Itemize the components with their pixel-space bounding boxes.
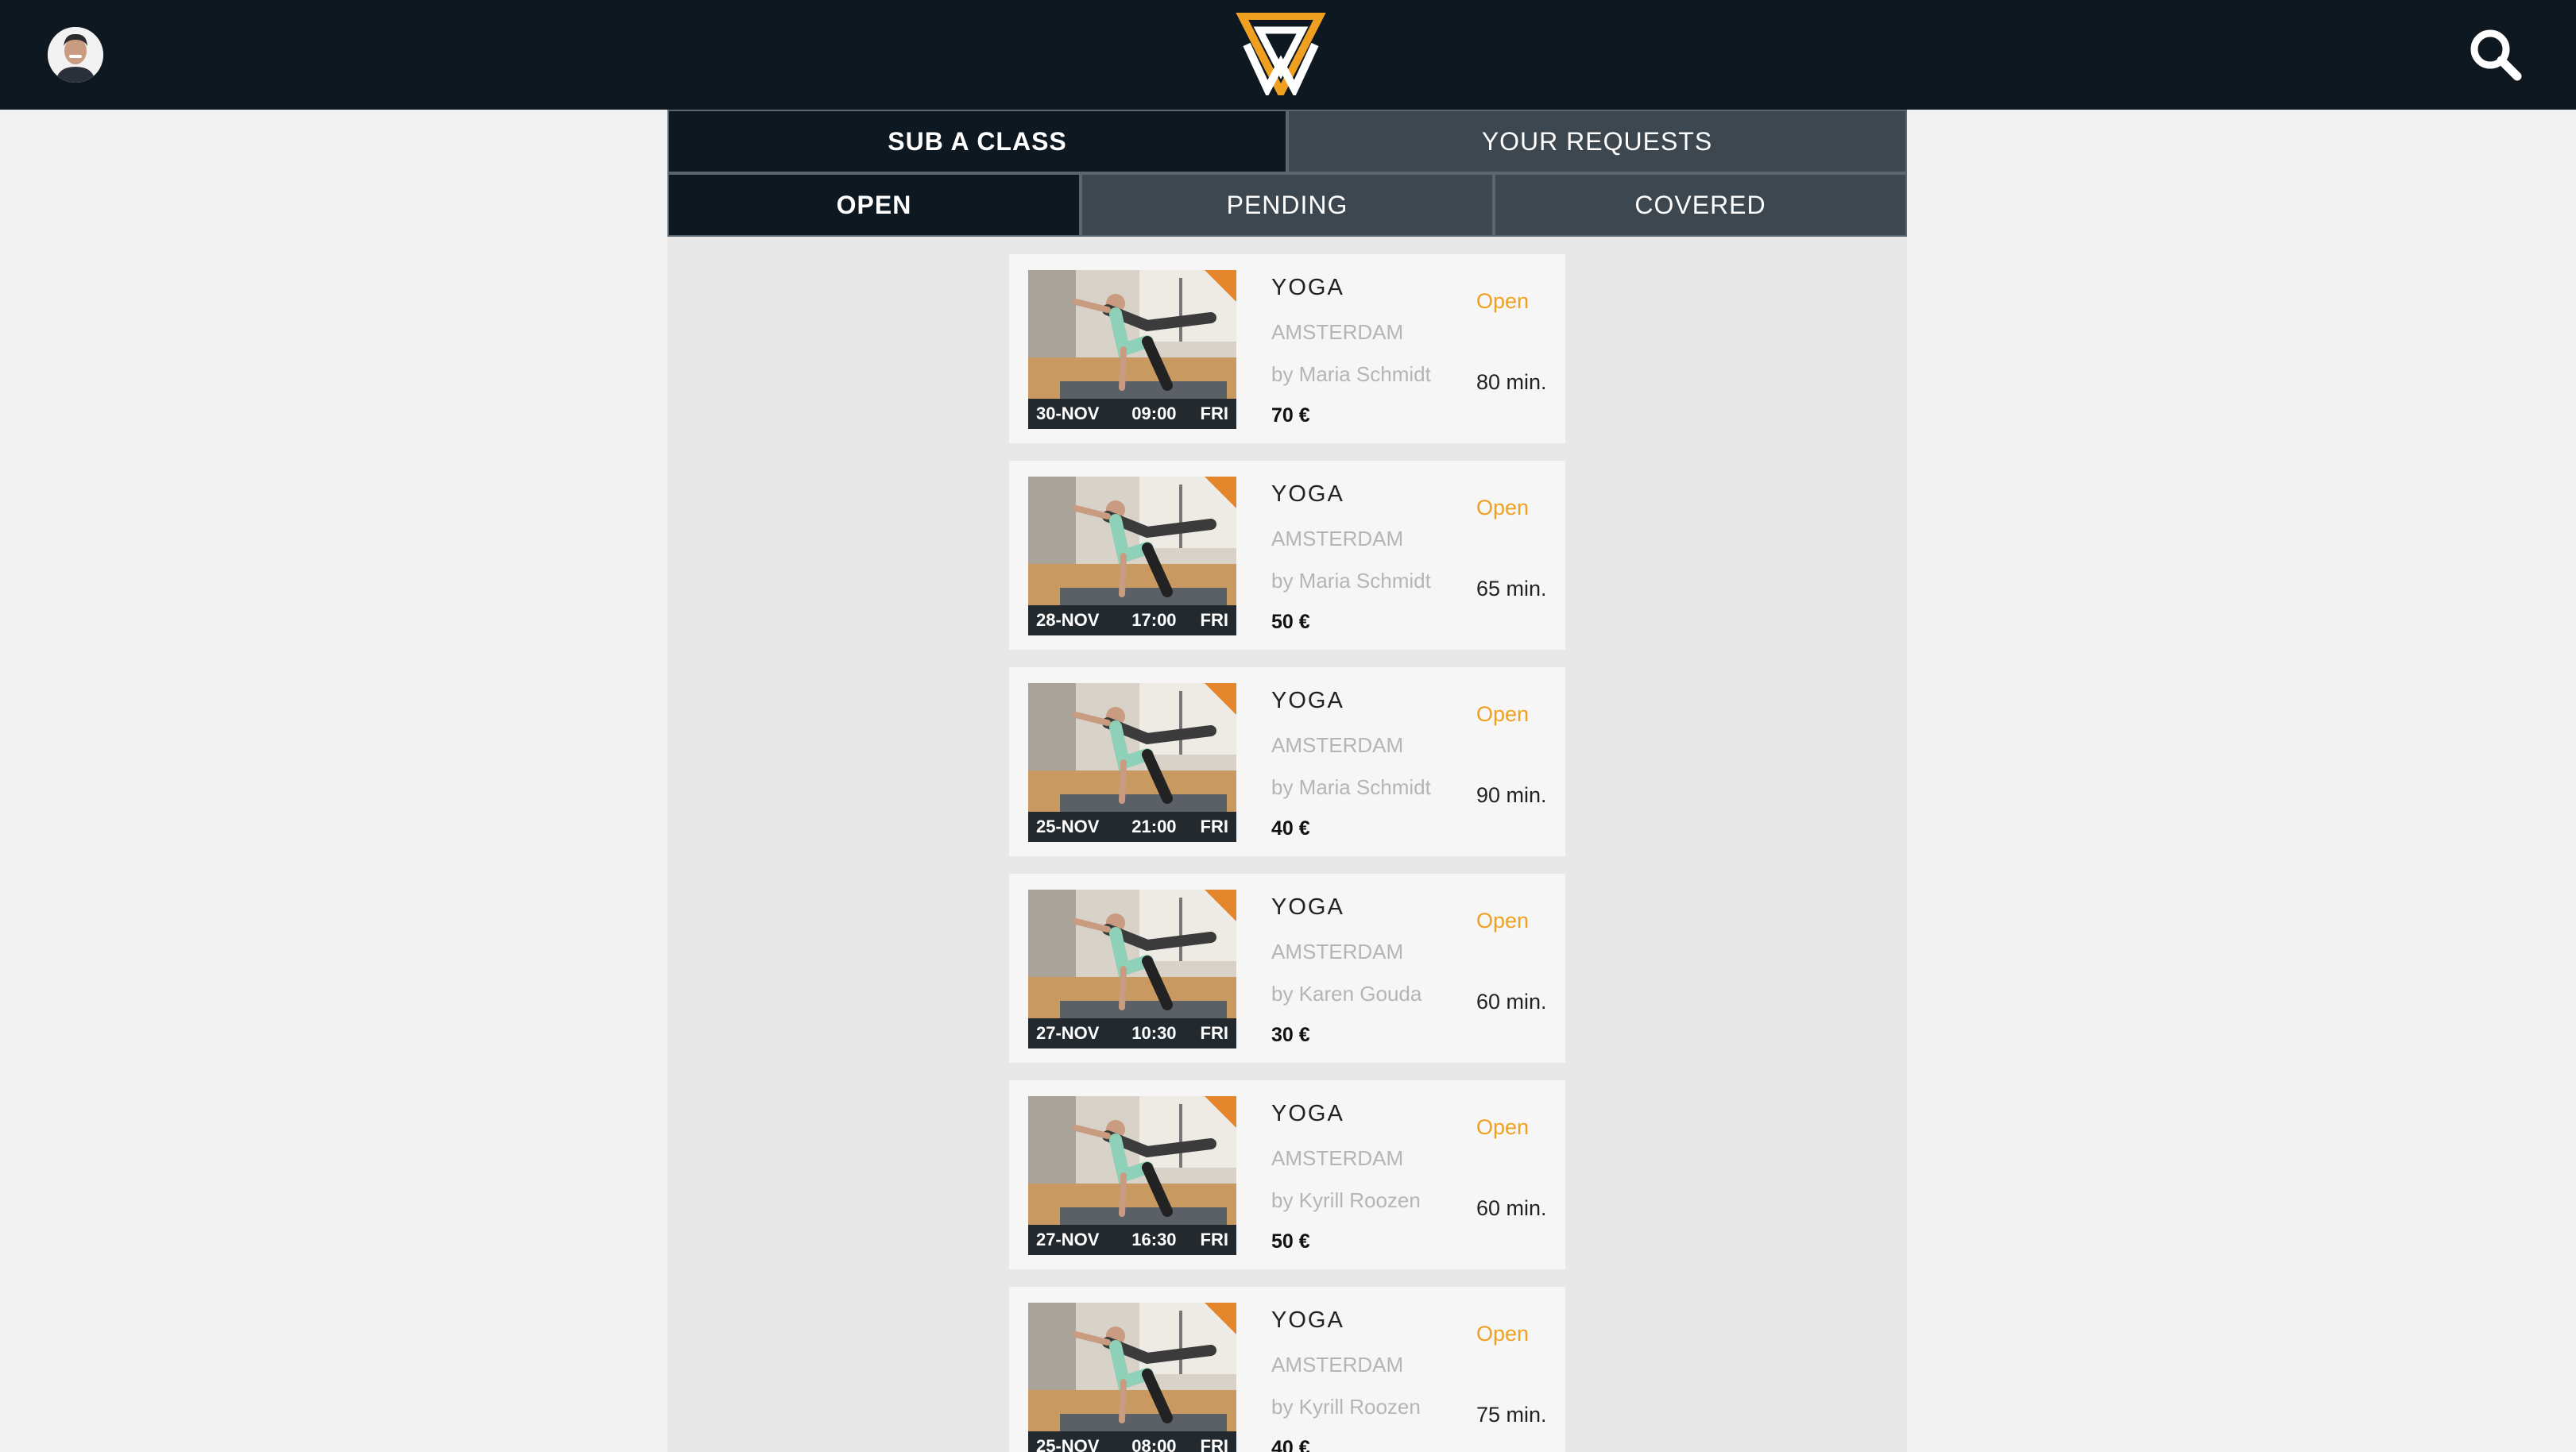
class-card[interactable]: 27-NOV 16:30 FRI YOGA AMSTERDAM by Kyril… bbox=[1009, 1080, 1565, 1269]
class-card[interactable]: 28-NOV 17:00 FRI YOGA AMSTERDAM by Maria… bbox=[1009, 461, 1565, 650]
class-date: 27-NOV bbox=[1036, 1230, 1100, 1249]
class-name: YOGA bbox=[1271, 481, 1344, 507]
class-thumbnail: 25-NOV 08:00 FRI bbox=[1028, 1303, 1236, 1452]
class-price: 50 € bbox=[1271, 611, 1310, 633]
class-time: 16:30 bbox=[1131, 1230, 1177, 1249]
user-avatar-icon bbox=[48, 27, 103, 83]
corner-ribbon bbox=[1205, 1303, 1236, 1334]
tab-your-requests[interactable]: YOUR REQUESTS bbox=[1287, 110, 1907, 173]
class-date: 30-NOV bbox=[1036, 404, 1100, 423]
class-name: YOGA bbox=[1271, 1101, 1344, 1126]
user-avatar[interactable] bbox=[48, 27, 103, 83]
class-city: AMSTERDAM bbox=[1271, 1353, 1404, 1377]
class-time: 08:00 bbox=[1131, 1436, 1177, 1452]
triangle-w-logo[interactable] bbox=[1235, 12, 1327, 101]
tab-pending[interactable]: PENDING bbox=[1081, 173, 1494, 237]
date-bar: 27-NOV 10:30 FRI bbox=[1028, 1018, 1236, 1048]
class-card[interactable]: 25-NOV 21:00 FRI YOGA AMSTERDAM by Maria… bbox=[1009, 667, 1565, 856]
class-instructor: by Kyrill Roozen bbox=[1271, 1395, 1421, 1419]
top-navbar bbox=[0, 0, 2576, 110]
class-thumbnail: 27-NOV 16:30 FRI bbox=[1028, 1096, 1236, 1255]
class-duration: 80 min. bbox=[1476, 370, 1547, 394]
status-badge: Open bbox=[1476, 1115, 1530, 1139]
class-thumbnail: 28-NOV 17:00 FRI bbox=[1028, 477, 1236, 635]
search-icon[interactable] bbox=[2466, 25, 2525, 84]
class-name: YOGA bbox=[1271, 1307, 1344, 1333]
class-thumbnail: 30-NOV 09:00 FRI bbox=[1028, 270, 1236, 429]
class-duration: 75 min. bbox=[1476, 1403, 1547, 1427]
class-time: 10:30 bbox=[1131, 1023, 1177, 1043]
class-instructor: by Kyrill Roozen bbox=[1271, 1188, 1421, 1212]
corner-ribbon bbox=[1205, 270, 1236, 302]
class-price: 70 € bbox=[1271, 404, 1310, 427]
primary-tabs: SUB A CLASS YOUR REQUESTS bbox=[667, 110, 1907, 173]
class-day: FRI bbox=[1200, 817, 1228, 836]
class-name: YOGA bbox=[1271, 275, 1344, 300]
class-city: AMSTERDAM bbox=[1271, 1146, 1404, 1170]
status-badge: Open bbox=[1476, 496, 1530, 519]
class-day: FRI bbox=[1200, 1230, 1228, 1249]
class-duration: 60 min. bbox=[1476, 990, 1547, 1014]
class-info: YOGA AMSTERDAM by Kyrill Roozen 40 € bbox=[1271, 1307, 1478, 1452]
class-duration: 65 min. bbox=[1476, 577, 1547, 600]
class-day: FRI bbox=[1200, 1436, 1228, 1452]
corner-ribbon bbox=[1205, 890, 1236, 921]
class-info: YOGA AMSTERDAM by Maria Schmidt 70 € bbox=[1271, 275, 1478, 427]
corner-ribbon bbox=[1205, 477, 1236, 508]
class-date: 25-NOV bbox=[1036, 1436, 1100, 1452]
class-time: 17:00 bbox=[1131, 610, 1177, 630]
class-city: AMSTERDAM bbox=[1271, 940, 1404, 963]
class-duration: 60 min. bbox=[1476, 1196, 1547, 1220]
corner-ribbon bbox=[1205, 683, 1236, 715]
class-card[interactable]: 27-NOV 10:30 FRI YOGA AMSTERDAM by Karen… bbox=[1009, 874, 1565, 1063]
class-list: 30-NOV 09:00 FRI YOGA AMSTERDAM by Maria… bbox=[1009, 254, 1565, 1452]
class-date: 25-NOV bbox=[1036, 817, 1100, 836]
class-price: 30 € bbox=[1271, 1024, 1310, 1046]
class-date: 28-NOV bbox=[1036, 610, 1100, 630]
class-info: YOGA AMSTERDAM by Maria Schmidt 50 € bbox=[1271, 481, 1478, 634]
class-name: YOGA bbox=[1271, 688, 1344, 713]
tab-sub-a-class[interactable]: SUB A CLASS bbox=[667, 110, 1287, 173]
class-day: FRI bbox=[1200, 1023, 1228, 1043]
class-instructor: by Maria Schmidt bbox=[1271, 362, 1431, 386]
class-info: YOGA AMSTERDAM by Karen Gouda 30 € bbox=[1271, 894, 1478, 1047]
class-day: FRI bbox=[1200, 610, 1228, 630]
class-thumbnail: 25-NOV 21:00 FRI bbox=[1028, 683, 1236, 842]
class-card[interactable]: 30-NOV 09:00 FRI YOGA AMSTERDAM by Maria… bbox=[1009, 254, 1565, 443]
date-bar: 25-NOV 21:00 FRI bbox=[1028, 812, 1236, 842]
date-bar: 25-NOV 08:00 FRI bbox=[1028, 1431, 1236, 1452]
class-time: 09:00 bbox=[1131, 404, 1177, 423]
class-thumbnail: 27-NOV 10:30 FRI bbox=[1028, 890, 1236, 1048]
class-city: AMSTERDAM bbox=[1271, 320, 1404, 344]
class-instructor: by Maria Schmidt bbox=[1271, 775, 1431, 799]
class-card[interactable]: 25-NOV 08:00 FRI YOGA AMSTERDAM by Kyril… bbox=[1009, 1287, 1565, 1452]
status-badge: Open bbox=[1476, 1322, 1530, 1346]
class-city: AMSTERDAM bbox=[1271, 527, 1404, 550]
class-price: 50 € bbox=[1271, 1230, 1310, 1253]
corner-ribbon bbox=[1205, 1096, 1236, 1128]
date-bar: 30-NOV 09:00 FRI bbox=[1028, 399, 1236, 429]
class-price: 40 € bbox=[1271, 817, 1310, 840]
tab-covered[interactable]: COVERED bbox=[1494, 173, 1907, 237]
tab-open[interactable]: OPEN bbox=[667, 173, 1081, 237]
class-name: YOGA bbox=[1271, 894, 1344, 920]
class-price: 40 € bbox=[1271, 1437, 1310, 1452]
status-badge: Open bbox=[1476, 289, 1530, 313]
class-time: 21:00 bbox=[1131, 817, 1177, 836]
class-instructor: by Maria Schmidt bbox=[1271, 569, 1431, 593]
class-city: AMSTERDAM bbox=[1271, 733, 1404, 757]
class-info: YOGA AMSTERDAM by Maria Schmidt 40 € bbox=[1271, 688, 1478, 840]
secondary-tabs: OPEN PENDING COVERED bbox=[667, 173, 1907, 237]
class-info: YOGA AMSTERDAM by Kyrill Roozen 50 € bbox=[1271, 1101, 1478, 1253]
date-bar: 27-NOV 16:30 FRI bbox=[1028, 1225, 1236, 1255]
status-badge: Open bbox=[1476, 909, 1530, 933]
date-bar: 28-NOV 17:00 FRI bbox=[1028, 605, 1236, 635]
class-day: FRI bbox=[1200, 404, 1228, 423]
status-badge: Open bbox=[1476, 702, 1530, 726]
main-content: SUB A CLASS YOUR REQUESTS OPEN PENDING C… bbox=[667, 110, 1907, 1452]
class-duration: 90 min. bbox=[1476, 783, 1547, 807]
class-instructor: by Karen Gouda bbox=[1271, 982, 1422, 1006]
class-date: 27-NOV bbox=[1036, 1023, 1100, 1043]
